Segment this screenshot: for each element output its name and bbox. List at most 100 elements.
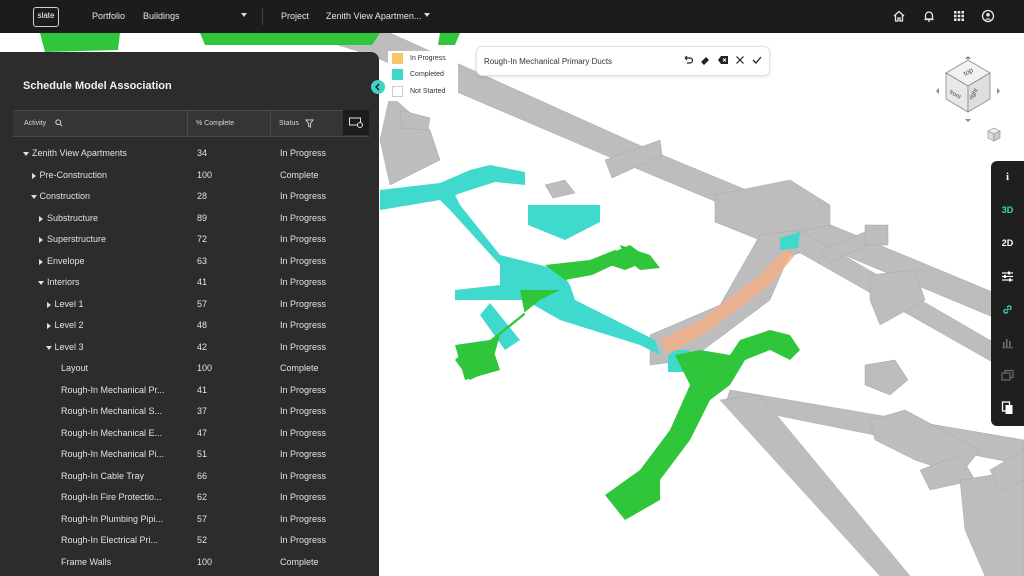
activity-status: In Progress [280,513,327,524]
column-percent-complete[interactable]: % Complete [196,120,234,127]
divider [262,8,263,25]
activity-name: Rough-In Cable Tray [61,470,145,481]
info-button[interactable]: i [991,161,1024,194]
activity-row[interactable]: Zenith View Apartments 34 In Progress [0,144,370,165]
activity-status: Complete [280,363,319,373]
buildings-dropdown[interactable]: Buildings [143,11,180,21]
activity-row[interactable]: Rough-In Electrical Pri... 52 In Progress [0,531,370,552]
selected-activity-bar: Rough-In Mechanical Primary Ducts [476,46,770,76]
bell-icon[interactable] [922,9,936,23]
search-icon[interactable] [55,119,63,127]
mini-cube-icon[interactable] [987,127,1001,142]
activity-name: Zenith View Apartments [32,148,127,158]
caret-down-icon[interactable] [38,281,44,285]
collapse-panel-button[interactable] [371,80,385,94]
activity-row[interactable]: Rough-In Mechanical Pr... 41 In Progress [0,381,370,402]
project-label: Project [281,11,310,21]
view-3d-button[interactable]: 3D [991,194,1024,227]
legend-label: In Progress [410,55,446,62]
caret-right-icon[interactable] [39,258,43,265]
activity-row[interactable]: Rough-In Mechanical E... 47 In Progress [0,424,370,445]
view-cube[interactable]: top front right [928,55,1008,150]
activity-percent: 52 [197,535,208,545]
home-icon[interactable] [892,9,906,23]
check-icon[interactable] [751,54,763,66]
activity-name: Rough-In Plumbing Pipi... [61,513,164,524]
activity-row[interactable]: Construction 28 In Progress [0,187,370,208]
activity-percent: 72 [197,234,208,244]
legend-swatch-completed [392,69,403,80]
clear-icon[interactable] [717,54,729,66]
activity-percent: 66 [197,470,208,481]
chevron-down-icon[interactable] [241,13,247,17]
close-icon[interactable] [734,54,746,66]
model-link-button[interactable] [343,110,369,135]
column-activity[interactable]: Activity [24,120,46,127]
activity-status: In Progress [280,191,327,201]
activity-name: Rough-In Mechanical Pi... [61,449,165,459]
portfolio-link[interactable]: Portfolio [92,11,125,21]
activity-name: Superstructure [47,234,107,244]
activity-name: Envelope [47,255,85,266]
caret-down-icon[interactable] [23,152,29,156]
table-header: Activity % Complete Status [13,110,369,137]
activity-percent: 34 [197,148,208,158]
documents-button[interactable] [991,392,1024,425]
legend-swatch-not-started [392,86,403,97]
caret-down-icon[interactable] [45,345,52,350]
activity-status: In Progress [280,449,327,459]
activity-row[interactable]: Level 1 57 In Progress [0,295,370,316]
user-icon[interactable] [981,9,995,23]
activity-row[interactable]: Rough-In Mechanical S... 37 In Progress [0,402,370,423]
caret-down-icon[interactable] [30,195,37,199]
undo-icon[interactable] [682,54,694,66]
activity-row[interactable]: Rough-In Plumbing Pipi... 57 In Progress [0,510,370,531]
caret-right-icon[interactable] [31,172,36,179]
activity-row[interactable]: Layout 100 Complete [0,359,370,380]
activity-row[interactable]: Frame Walls 100 Complete [0,553,370,574]
divider [270,111,271,136]
layers-button[interactable] [991,359,1024,392]
activity-name: Pre-Construction [39,169,108,180]
arrow-up-icon[interactable] [965,56,971,59]
chevron-down-icon[interactable] [424,13,430,17]
activity-status: In Progress [280,298,327,309]
chart-icon [1002,339,1013,349]
activity-row[interactable]: Pre-Construction 100 Complete [0,166,370,187]
caret-right-icon[interactable] [39,215,43,222]
caret-right-icon[interactable] [46,301,51,308]
view-2d-button[interactable]: 2D [991,227,1024,260]
view-3d-label: 3D [1001,205,1014,215]
settings-button[interactable] [991,260,1024,293]
activity-row[interactable]: Superstructure 72 In Progress [0,230,370,251]
filter-icon[interactable] [305,119,314,128]
arrow-down-icon[interactable] [965,119,971,122]
activity-row[interactable]: Substructure 89 In Progress [0,209,370,230]
caret-right-icon[interactable] [46,323,51,329]
legend-label: Not Started [410,88,446,95]
activity-row[interactable]: Interiors 41 In Progress [0,273,370,294]
activity-row[interactable]: Rough-In Cable Tray 66 In Progress [0,467,370,488]
arrow-right-icon[interactable] [997,88,1000,94]
eraser-icon[interactable] [699,54,711,66]
caret-right-icon[interactable] [39,237,43,243]
project-dropdown[interactable]: Zenith View Apartmen... [326,11,421,21]
legend-label: Completed [410,71,444,78]
link-button[interactable] [991,293,1024,326]
activity-percent: 89 [197,212,208,223]
slate-logo[interactable]: slate [33,7,59,27]
link-icon [1003,305,1012,314]
activity-status: In Progress [280,255,327,266]
column-status[interactable]: Status [279,120,299,127]
activity-row[interactable]: Rough-In Mechanical Pi... 51 In Progress [0,445,370,466]
activity-row[interactable]: Envelope 63 In Progress [0,252,370,273]
activity-percent: 41 [197,277,208,287]
chart-button[interactable] [991,326,1024,359]
arrow-left-icon[interactable] [936,88,939,94]
grid-icon[interactable] [952,9,966,23]
activity-row[interactable]: Level 3 42 In Progress [0,338,370,359]
activity-row[interactable]: Rough-In Fire Protectio... 62 In Progress [0,488,370,509]
activity-row[interactable]: Level 2 48 In Progress [0,316,370,337]
activity-name: Level 2 [54,320,84,330]
activity-percent: 57 [197,298,208,309]
